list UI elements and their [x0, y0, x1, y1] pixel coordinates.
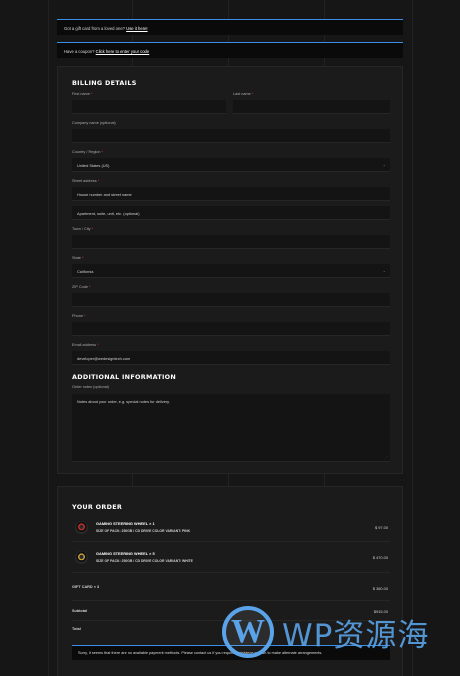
gift-card-link[interactable]: Use it here!	[126, 26, 147, 31]
product-price: $ 97.00	[375, 525, 388, 530]
order-heading: YOUR ORDER	[72, 503, 123, 511]
zip-label: ZIP Code *	[72, 285, 91, 289]
zip-field[interactable]	[72, 293, 390, 307]
wordpress-logo-icon: W	[222, 606, 274, 658]
billing-heading: BILLING DETAILS	[72, 79, 137, 87]
product-thumbnail	[75, 521, 88, 534]
state-label: State *	[72, 256, 84, 260]
resize-grip-icon: ⋰	[384, 455, 388, 460]
order-notes-textarea[interactable]: Notes about your order, e.g. special not…	[72, 394, 390, 462]
city-field[interactable]	[72, 235, 390, 249]
gift-card-row-label: GIFT CARD × 3	[72, 585, 100, 589]
order-notes-label: Order notes (optional)	[72, 385, 109, 389]
column-guide	[412, 0, 413, 676]
chevron-down-icon: ⌄	[382, 268, 386, 273]
coupon-notice: Have a coupon? Click here to enter your …	[57, 42, 403, 58]
gift-card-notice: Got a gift card from a loved one? Use it…	[57, 19, 403, 35]
first-name-label: First name *	[72, 92, 93, 96]
last-name-field[interactable]	[233, 100, 390, 114]
watermark: W WP资源海	[222, 600, 446, 664]
email-label: Email address *	[72, 343, 99, 347]
company-label: Company name (optional)	[72, 121, 116, 125]
product-price: $ 470.00	[372, 555, 388, 560]
subtotal-label: Subtotal	[72, 609, 88, 613]
street-label: Street address *	[72, 179, 100, 183]
company-field[interactable]	[72, 129, 390, 143]
product-thumbnail	[75, 551, 88, 564]
product-name: GAMING STEERING WHEEL × 1	[96, 521, 155, 526]
state-select[interactable]: California ⌄	[72, 264, 390, 278]
street-field[interactable]: House number and street name	[72, 187, 390, 201]
product-meta: SIZE OF PACK: 250GB / CD DRIVE COLOR VAR…	[96, 559, 193, 563]
column-guide	[48, 0, 49, 676]
phone-label: Phone *	[72, 314, 86, 318]
first-name-field[interactable]	[72, 100, 226, 114]
last-name-label: Last name *	[233, 92, 254, 96]
country-label: Country / Region *	[72, 150, 104, 154]
additional-heading: ADDITIONAL INFORMATION	[72, 373, 177, 381]
country-select[interactable]: United States (US) ⌄	[72, 158, 390, 172]
city-label: Town / City *	[72, 227, 94, 231]
watermark-text: WP资源海	[282, 617, 430, 654]
divider	[72, 572, 390, 573]
email-field[interactable]: developer@wedesigntech.com	[72, 351, 390, 365]
apartment-field[interactable]: Apartment, suite, unit, etc. (optional)	[72, 206, 390, 220]
gift-card-price: $ 360.00	[372, 586, 388, 591]
coupon-text: Have a coupon?	[64, 49, 95, 54]
coupon-link[interactable]: Click here to enter your code	[96, 49, 150, 54]
divider	[72, 541, 390, 542]
phone-field[interactable]	[72, 322, 390, 336]
chevron-down-icon: ⌄	[382, 162, 386, 167]
product-name: GAMING STEERING WHEEL × 5	[96, 551, 155, 556]
product-meta: SIZE OF PACK: 250GB / CD DRIVE COLOR VAR…	[96, 529, 191, 533]
billing-panel: BILLING DETAILS First name * Last name *…	[57, 66, 403, 474]
gift-card-text: Got a gift card from a loved one?	[64, 26, 125, 31]
total-label: Total	[72, 627, 81, 631]
